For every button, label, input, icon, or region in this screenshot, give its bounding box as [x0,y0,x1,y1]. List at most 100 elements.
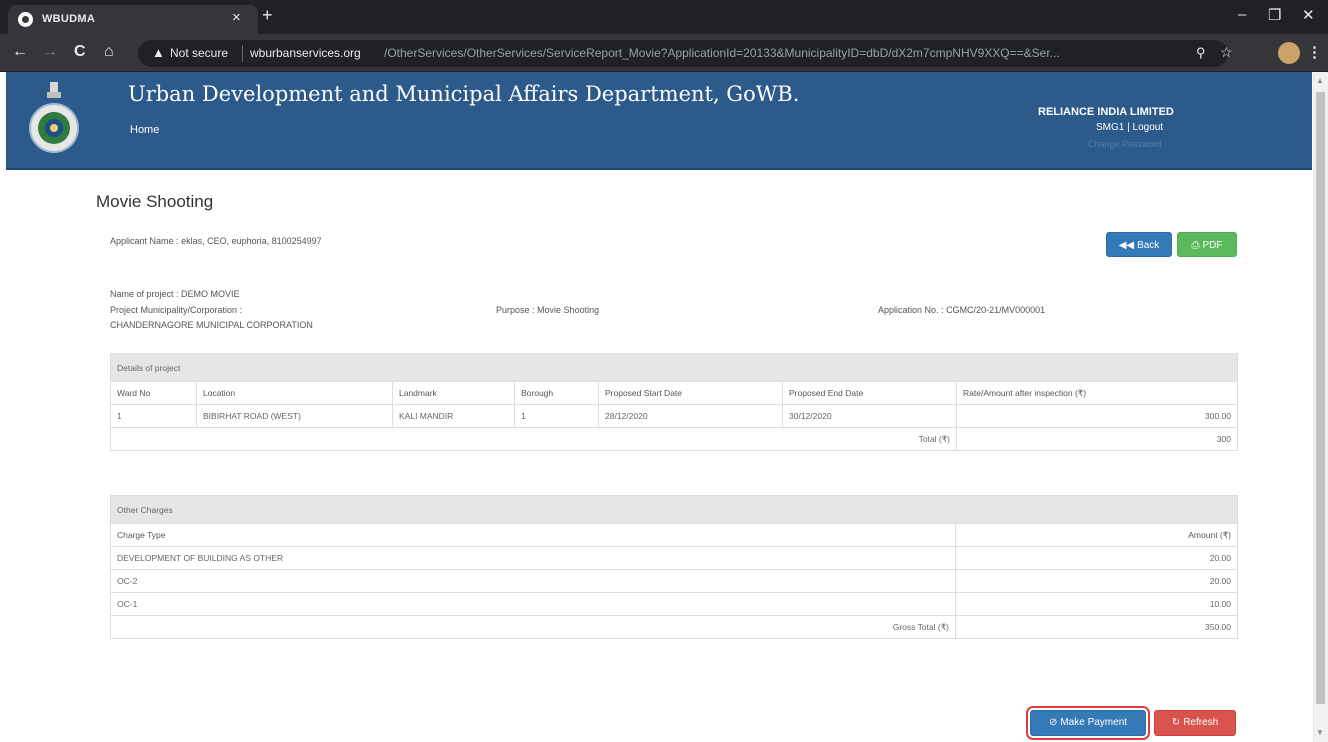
url-path: /OtherServices/OtherServices/ServiceRepo… [384,46,1060,60]
table-cell: BIBIRHAT ROAD (WEST) [196,404,393,428]
gross-total-value: 350.00 [955,615,1238,639]
close-window-icon[interactable]: ✕ [1302,6,1315,24]
url-host: wburbanservices.org [250,46,361,60]
scrollbar-thumb[interactable] [1316,92,1325,704]
make-payment-label: Make Payment [1060,717,1128,728]
table-cell: 1 [110,404,197,428]
site-title: Urban Development and Municipal Affairs … [128,82,800,106]
applicant-name: Applicant Name : eklas, CEO, euphoria, 8… [110,236,322,246]
username: SMG1 [1096,122,1125,133]
column-header: Charge Type [110,523,956,547]
not-secure-label: Not secure [170,46,229,60]
user-info: SMG1 | Logout [1096,122,1163,133]
pdf-button[interactable]: ⎙ PDF [1177,232,1237,257]
table-row: OC-2 20.00 [110,569,1238,593]
table-row: 1 BIBIRHAT ROAD (WEST) KALI MANDIR 1 28/… [110,404,1238,428]
project-name-value: DEMO MOVIE [181,289,240,299]
total-row: Total (₹) 300 [110,427,1238,451]
applicant-value: eklas, CEO, euphoria, 8100254997 [181,236,322,246]
browser-toolbar: ← → C ⌂ ▲ Not secure wburbanservices.org… [0,34,1328,72]
table-cell: 30/12/2020 [782,404,957,428]
scroll-up-arrow-icon[interactable]: ▲ [1316,76,1324,85]
other-charges-table: Other Charges Charge Type Amount (₹) DEV… [110,495,1238,639]
government-emblem-icon [29,82,79,153]
profile-avatar-icon[interactable] [1278,42,1300,64]
back-button-label: Back [1137,240,1160,251]
pdf-button-label: PDF [1202,240,1223,251]
project-name-label: Name of project : [110,289,179,299]
column-header: Rate/Amount after inspection (₹) [956,381,1238,405]
application-no-label: Application No. : [878,305,944,315]
table-cell: 300.00 [956,404,1238,428]
change-password-link[interactable]: Change Password [1088,139,1162,149]
column-header: Ward No [110,381,197,405]
browser-menu-icon[interactable]: ⋮ [1307,43,1322,61]
purpose: Purpose : Movie Shooting [496,305,599,315]
home-icon[interactable]: ⌂ [104,43,114,61]
double-left-arrow-icon: ◀◀ [1118,240,1135,251]
warning-icon: ▲ [152,45,165,60]
table-header-row: Charge Type Amount (₹) [110,523,1238,547]
application-no-value: CGMC/20-21/MV000001 [946,305,1046,315]
globe-icon [18,12,33,27]
make-payment-button[interactable]: ⊘ Make Payment [1026,706,1150,740]
browser-tab[interactable]: WBUDMA × [8,5,258,34]
site-header: Urban Development and Municipal Affairs … [6,72,1312,170]
column-header: Proposed End Date [782,381,957,405]
table-title: Other Charges [110,495,1238,524]
logout-link[interactable]: Logout [1133,122,1164,133]
table-cell: DEVELOPMENT OF BUILDING AS OTHER [110,546,956,570]
project-details-table: Details of project Ward No Location Land… [110,353,1238,451]
table-cell: 10.00 [955,592,1238,616]
back-button[interactable]: ◀◀ Back [1106,232,1172,257]
column-header: Landmark [392,381,515,405]
municipality-label: Project Municipality/Corporation : [110,305,243,315]
zoom-icon[interactable]: ⚲ [1196,45,1206,61]
browser-tabbar: WBUDMA × + – ❐ ✕ [0,0,1328,34]
maximize-icon[interactable]: ❐ [1268,6,1281,24]
purpose-label: Purpose : [496,305,535,315]
table-cell: 20.00 [955,569,1238,593]
table-header-row: Ward No Location Landmark Borough Propos… [110,381,1238,405]
applicant-label: Applicant Name : [110,236,179,246]
table-cell: 1 [514,404,599,428]
purpose-value: Movie Shooting [537,305,600,315]
close-tab-icon[interactable]: × [232,9,241,26]
table-cell: OC-1 [110,592,956,616]
page-title: Movie Shooting [96,192,214,211]
column-header: Proposed Start Date [598,381,783,405]
refresh-button[interactable]: ↻ Refresh [1154,710,1236,736]
new-tab-icon[interactable]: + [262,5,273,26]
total-value: 300 [956,427,1238,451]
table-row: DEVELOPMENT OF BUILDING AS OTHER 20.00 [110,546,1238,570]
table-row: OC-1 10.00 [110,592,1238,616]
forward-arrow-icon[interactable]: → [42,43,58,61]
total-label: Total (₹) [110,427,957,451]
column-header: Location [196,381,393,405]
bookmark-star-icon[interactable]: ☆ [1220,44,1233,61]
refresh-icon: ↻ [1171,717,1181,728]
municipality-value: CHANDERNAGORE MUNICIPAL CORPORATION [110,320,313,330]
table-cell: 28/12/2020 [598,404,783,428]
divider [242,45,243,62]
tab-title: WBUDMA [42,13,96,25]
table-title: Details of project [110,353,1238,382]
scroll-down-arrow-icon[interactable]: ▼ [1316,728,1324,737]
check-circle-icon: ⊘ [1048,717,1058,728]
gross-total-label: Gross Total (₹) [110,615,956,639]
gross-total-row: Gross Total (₹) 350.00 [110,615,1238,639]
address-bar[interactable]: ▲ Not secure wburbanservices.org /OtherS… [138,40,1233,67]
project-name: Name of project : DEMO MOVIE [110,289,240,299]
back-arrow-icon[interactable]: ← [12,43,28,61]
table-cell: KALI MANDIR [392,404,515,428]
minimize-icon[interactable]: – [1238,6,1246,23]
home-link[interactable]: Home [130,124,159,136]
separator: | [1127,122,1130,133]
application-number: Application No. : CGMC/20-21/MV000001 [878,305,1045,315]
column-header: Amount (₹) [955,523,1238,547]
column-header: Borough [514,381,599,405]
refresh-label: Refresh [1183,717,1219,728]
table-cell: OC-2 [110,569,956,593]
reload-icon[interactable]: C [74,43,86,61]
table-cell: 20.00 [955,546,1238,570]
